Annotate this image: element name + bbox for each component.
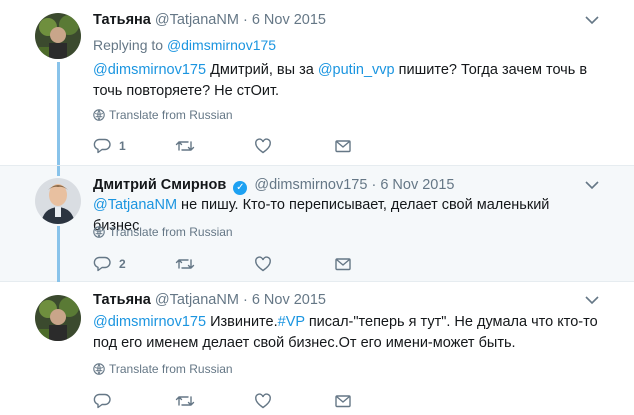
separator-dot: · [242,12,248,28]
tweet-text: @dimsmirnov175 Извините.#VP писал-"тепер… [93,312,598,354]
translate-link[interactable]: Translate from Russian [93,225,233,239]
chevron-down-icon[interactable] [584,292,600,308]
separator-dot: · [371,177,377,193]
like-icon [254,137,272,155]
tweet-header: Татьяна @TatjanaNM · 6 Nov 2015 [93,292,326,308]
thread-line [57,62,60,165]
like-button[interactable] [254,392,272,410]
avatar[interactable] [35,13,81,59]
thread-line [57,226,60,283]
reply-button[interactable]: 1 [93,137,126,155]
avatar[interactable] [35,178,81,224]
retweet-icon [175,392,195,410]
reply-button[interactable] [93,392,111,410]
tweet-actions: 2 [93,255,363,273]
translate-label: Translate from Russian [109,225,233,239]
reply-icon [93,392,111,410]
reply-icon [93,137,111,155]
author-handle[interactable]: @TatjanaNM [155,12,239,28]
retweet-icon [175,255,195,273]
author-handle[interactable]: @TatjanaNM [155,292,239,308]
tweet-header: Татьяна @TatjanaNM · 6 Nov 2015 [93,12,326,28]
tweet-actions: 1 [93,137,363,155]
tweet-date[interactable]: 6 Nov 2015 [380,177,454,193]
tweet-header: Дмитрий Смирнов ✓ @dimsmirnov175 · 6 Nov… [93,177,454,195]
retweet-button[interactable] [175,255,195,273]
mention-link[interactable]: @putin_vvp [318,62,395,78]
like-button[interactable] [254,137,272,155]
tweet-text-part: Дмитрий, вы за [206,62,318,78]
tweet-text-part: Извините. [206,314,278,330]
message-button[interactable] [334,137,352,155]
tweet-date[interactable]: 6 Nov 2015 [252,292,326,308]
author-name[interactable]: Дмитрий Смирнов [93,177,226,193]
separator-dot: · [242,292,248,308]
replying-to: Replying to @dimsmirnov175 [93,37,276,53]
mention-link[interactable]: @dimsmirnov175 [93,314,206,330]
message-icon [334,255,352,273]
replying-to-link[interactable]: @dimsmirnov175 [167,37,276,53]
mention-link[interactable]: @TatjanaNM [93,197,177,213]
thread-line [57,166,60,176]
tweet-1[interactable]: Татьяна @TatjanaNM · 6 Nov 2015 Replying… [0,0,634,165]
tweet-2[interactable]: Дмитрий Смирнов ✓ @dimsmirnov175 · 6 Nov… [0,165,634,283]
chevron-down-icon[interactable] [584,177,600,193]
translate-label: Translate from Russian [109,362,233,376]
retweet-icon [175,137,195,155]
tweet-3[interactable]: Татьяна @TatjanaNM · 6 Nov 2015 @dimsmir… [0,282,634,415]
globe-icon [93,226,105,238]
retweet-button[interactable] [175,392,195,410]
avatar[interactable] [35,295,81,341]
tweet-date[interactable]: 6 Nov 2015 [252,12,326,28]
verified-icon: ✓ [233,181,248,195]
mention-link[interactable]: @dimsmirnov175 [93,62,206,78]
reply-count: 1 [119,139,126,153]
author-name[interactable]: Татьяна [93,12,151,28]
reply-button[interactable]: 2 [93,255,126,273]
hashtag-link[interactable]: #VP [278,314,305,330]
retweet-button[interactable] [175,137,195,155]
reply-count: 2 [119,257,126,271]
translate-link[interactable]: Translate from Russian [93,108,233,122]
message-icon [334,392,352,410]
tweet-actions [93,392,363,410]
like-icon [254,392,272,410]
message-button[interactable] [334,255,352,273]
tweet-text: @dimsmirnov175 Дмитрий, вы за @putin_vvp… [93,60,598,102]
translate-link[interactable]: Translate from Russian [93,362,233,376]
message-icon [334,137,352,155]
chevron-down-icon[interactable] [584,12,600,28]
author-handle[interactable]: @dimsmirnov175 [254,177,367,193]
author-name[interactable]: Татьяна [93,292,151,308]
translate-label: Translate from Russian [109,108,233,122]
message-button[interactable] [334,392,352,410]
globe-icon [93,363,105,375]
reply-icon [93,255,111,273]
globe-icon [93,109,105,121]
like-icon [254,255,272,273]
like-button[interactable] [254,255,272,273]
replying-label: Replying to [93,37,167,53]
